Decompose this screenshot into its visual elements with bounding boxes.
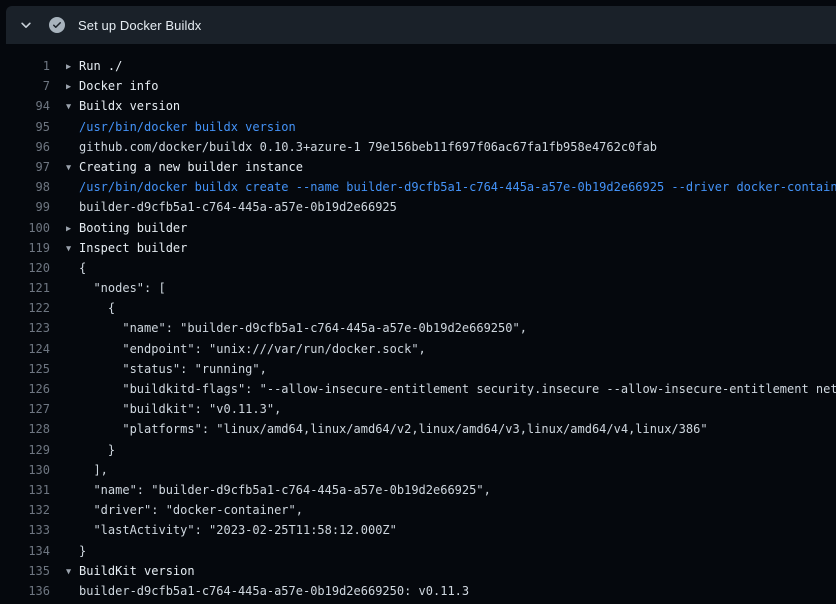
line-text: github.com/docker/buildx 0.10.3+azure-1 … — [79, 140, 657, 154]
line-text: } — [79, 443, 115, 457]
line-text: "endpoint": "unix:///var/run/docker.sock… — [79, 342, 426, 356]
collapse-toggle-icon[interactable]: ▼ — [66, 97, 79, 117]
collapse-toggle-icon[interactable]: ▼ — [66, 158, 79, 178]
log-line: 120 { — [0, 258, 836, 278]
line-number[interactable]: 1 — [0, 56, 50, 76]
line-number[interactable]: 134 — [0, 541, 50, 561]
log-line: 125 "status": "running", — [0, 359, 836, 379]
collapse-toggle-icon[interactable]: ▶ — [66, 77, 79, 97]
log-line: 124 "endpoint": "unix:///var/run/docker.… — [0, 339, 836, 359]
line-text: Buildx version — [79, 99, 180, 113]
line-number[interactable]: 128 — [0, 419, 50, 439]
log-line[interactable]: 94 ▼Buildx version — [0, 96, 836, 116]
line-text: Creating a new builder instance — [79, 160, 303, 174]
line-text: BuildKit version — [79, 564, 195, 578]
line-text: /usr/bin/docker buildx version — [79, 120, 296, 134]
line-text: ], — [79, 463, 108, 477]
line-number[interactable]: 97 — [0, 157, 50, 177]
log-line[interactable]: 1 ▶Run ./ — [0, 56, 836, 76]
line-text: "driver": "docker-container", — [79, 503, 303, 517]
collapse-toggle-icon[interactable]: ▶ — [66, 57, 79, 77]
line-text: Run ./ — [79, 59, 122, 73]
log-line[interactable]: 7 ▶Docker info — [0, 76, 836, 96]
log-line: 129 } — [0, 440, 836, 460]
line-number[interactable]: 123 — [0, 318, 50, 338]
log-line[interactable]: 135 ▼BuildKit version — [0, 561, 836, 581]
line-text: builder-d9cfb5a1-c764-445a-a57e-0b19d2e6… — [79, 200, 397, 214]
line-number[interactable]: 127 — [0, 399, 50, 419]
step-header[interactable]: Set up Docker Buildx — [6, 6, 836, 44]
line-text: { — [79, 301, 115, 315]
log-line: 127 "buildkit": "v0.11.3", — [0, 399, 836, 419]
line-text: builder-d9cfb5a1-c764-445a-a57e-0b19d2e6… — [79, 584, 469, 598]
line-number[interactable]: 94 — [0, 96, 50, 116]
log-line: 126 "buildkitd-flags": "--allow-insecure… — [0, 379, 836, 399]
log-lines: 1▶Run ./7▶Docker info94▼Buildx version95… — [0, 56, 836, 601]
collapse-toggle-icon[interactable]: ▼ — [66, 239, 79, 259]
check-circle-icon — [49, 17, 65, 33]
collapse-toggle-icon[interactable]: ▼ — [66, 562, 79, 582]
line-number[interactable]: 131 — [0, 480, 50, 500]
log-line: 133 "lastActivity": "2023-02-25T11:58:12… — [0, 520, 836, 540]
line-number[interactable]: 136 — [0, 581, 50, 601]
log-line: 131 "name": "builder-d9cfb5a1-c764-445a-… — [0, 480, 836, 500]
line-number[interactable]: 125 — [0, 359, 50, 379]
log-line: 122 { — [0, 298, 836, 318]
log-line: 128 "platforms": "linux/amd64,linux/amd6… — [0, 419, 836, 439]
log-line: 136 builder-d9cfb5a1-c764-445a-a57e-0b19d… — [0, 581, 836, 601]
log-line[interactable]: 97 ▼Creating a new builder instance — [0, 157, 836, 177]
log-line: 134} — [0, 541, 836, 561]
log-line[interactable]: 100 ▶Booting builder — [0, 218, 836, 238]
line-number[interactable]: 99 — [0, 197, 50, 217]
log-line: 99 builder-d9cfb5a1-c764-445a-a57e-0b19d2… — [0, 197, 836, 217]
log-view: 1▶Run ./7▶Docker info94▼Buildx version95… — [0, 44, 836, 604]
line-number[interactable]: 133 — [0, 520, 50, 540]
line-text: "buildkit": "v0.11.3", — [79, 402, 281, 416]
line-number[interactable]: 124 — [0, 339, 50, 359]
line-number[interactable]: 121 — [0, 278, 50, 298]
log-line: 95/usr/bin/docker buildx version — [0, 117, 836, 137]
line-number[interactable]: 98 — [0, 177, 50, 197]
line-text: "lastActivity": "2023-02-25T11:58:12.000… — [79, 523, 397, 537]
line-number[interactable]: 126 — [0, 379, 50, 399]
line-text: Inspect builder — [79, 241, 187, 255]
line-number[interactable]: 100 — [0, 218, 50, 238]
log-line: 96 github.com/docker/buildx 0.10.3+azure-… — [0, 137, 836, 157]
log-line: 132 "driver": "docker-container", — [0, 500, 836, 520]
line-text: "name": "builder-d9cfb5a1-c764-445a-a57e… — [79, 483, 491, 497]
line-text: { — [79, 261, 86, 275]
line-number[interactable]: 129 — [0, 440, 50, 460]
line-text: "buildkitd-flags": "--allow-insecure-ent… — [79, 382, 836, 396]
line-number[interactable]: 7 — [0, 76, 50, 96]
log-line: 130 ], — [0, 460, 836, 480]
log-line[interactable]: 119 ▼Inspect builder — [0, 238, 836, 258]
collapse-toggle-icon[interactable]: ▶ — [66, 219, 79, 239]
log-line: 123 "name": "builder-d9cfb5a1-c764-445a-… — [0, 318, 836, 338]
line-number[interactable]: 130 — [0, 460, 50, 480]
line-number[interactable]: 119 — [0, 238, 50, 258]
line-text: /usr/bin/docker buildx create --name bui… — [79, 180, 836, 194]
line-text: "status": "running", — [79, 362, 267, 376]
line-text: } — [79, 544, 86, 558]
line-text: Booting builder — [79, 221, 187, 235]
line-text: Docker info — [79, 79, 158, 93]
line-number[interactable]: 132 — [0, 500, 50, 520]
step-title: Set up Docker Buildx — [78, 18, 201, 33]
chevron-down-icon[interactable] — [18, 17, 34, 33]
log-line: 121 "nodes": [ — [0, 278, 836, 298]
line-number[interactable]: 122 — [0, 298, 50, 318]
line-number[interactable]: 96 — [0, 137, 50, 157]
line-number[interactable]: 95 — [0, 117, 50, 137]
line-text: "name": "builder-d9cfb5a1-c764-445a-a57e… — [79, 321, 527, 335]
line-text: "nodes": [ — [79, 281, 166, 295]
line-text: "platforms": "linux/amd64,linux/amd64/v2… — [79, 422, 708, 436]
line-number[interactable]: 135 — [0, 561, 50, 581]
line-number[interactable]: 120 — [0, 258, 50, 278]
log-line: 98/usr/bin/docker buildx create --name b… — [0, 177, 836, 197]
